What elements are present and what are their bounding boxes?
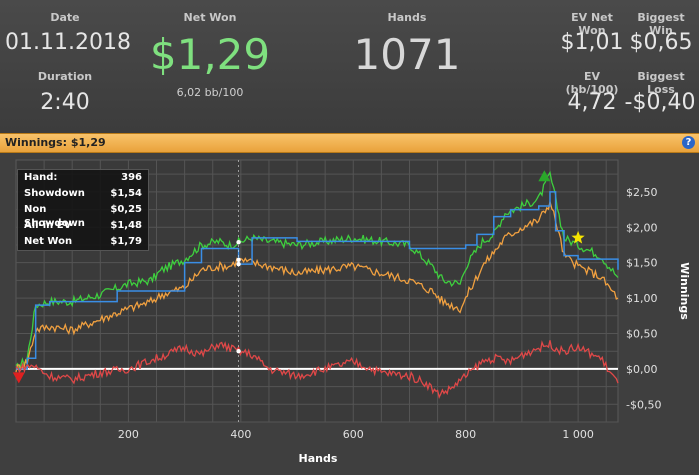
hand-cursor-dot bbox=[236, 261, 241, 267]
y-tick-label: $1,00 bbox=[626, 292, 658, 305]
tooltip-label: Showdown bbox=[24, 188, 85, 199]
session-summary-header: Date 01.11.2018 Duration 2:40 Net Won $1… bbox=[0, 0, 699, 133]
tooltip-value: 396 bbox=[121, 172, 142, 183]
x-tick-label: 800 bbox=[455, 428, 476, 441]
ev-net-won-value: $1,01 bbox=[560, 30, 624, 55]
duration-value: 2:40 bbox=[40, 90, 90, 115]
y-tick-label: $1,50 bbox=[626, 257, 658, 270]
y-axis-title: Winnings bbox=[678, 262, 691, 320]
tooltip-label: Net Won bbox=[24, 236, 73, 247]
tooltip-row-hand: Hand: 396 bbox=[18, 170, 148, 186]
tooltip-value: $1,79 bbox=[110, 236, 142, 247]
ev-bb-value: 4,72 bbox=[567, 90, 617, 115]
y-tick-label: $0,00 bbox=[626, 363, 658, 376]
hand-tooltip: Hand: 396 Showdown $1,54 Non Showdown $0… bbox=[17, 169, 149, 251]
y-tick-label: $2,50 bbox=[626, 186, 658, 199]
net-won-label: Net Won bbox=[183, 11, 237, 24]
tooltip-row-non-showdown: Non Showdown $0,25 bbox=[18, 202, 148, 229]
winnings-bar-label: Winnings: bbox=[5, 136, 67, 149]
winnings-bar-value: $1,29 bbox=[70, 136, 106, 149]
tooltip-label: Hand: bbox=[24, 172, 58, 183]
x-axis-title: Hands bbox=[299, 452, 338, 465]
duration-label: Duration bbox=[37, 70, 93, 83]
date-label: Date bbox=[50, 11, 80, 24]
bb-per-100: 6,02 bb/100 bbox=[176, 86, 244, 99]
tooltip-label: All-in EV bbox=[24, 220, 72, 231]
net-won-value: $1,29 bbox=[149, 30, 271, 79]
y-tick-label: -$0,50 bbox=[626, 398, 661, 411]
winnings-bar-text: Winnings: $1,29 bbox=[5, 136, 106, 149]
help-icon[interactable]: ? bbox=[682, 136, 695, 149]
x-tick-label: 400 bbox=[230, 428, 251, 441]
tooltip-value: $0,25 bbox=[110, 204, 142, 215]
biggest-win-value: $0,65 bbox=[629, 30, 693, 55]
y-tick-label: $0,50 bbox=[626, 327, 658, 340]
hand-cursor-dot bbox=[236, 239, 241, 245]
biggest-loss-value: -$0,40 bbox=[624, 90, 696, 115]
hand-cursor-dot bbox=[236, 257, 241, 263]
tooltip-row-showdown: Showdown $1,54 bbox=[18, 186, 148, 202]
hand-cursor-dot bbox=[236, 348, 241, 354]
x-tick-label: 1 000 bbox=[562, 428, 594, 441]
y-tick-label: $2,00 bbox=[626, 221, 658, 234]
tooltip-value: $1,48 bbox=[110, 220, 142, 231]
winnings-bar: Winnings: $1,29 ? bbox=[0, 133, 699, 153]
date-value: 01.11.2018 bbox=[5, 30, 131, 55]
hands-label: Hands bbox=[387, 11, 427, 24]
x-tick-label: 200 bbox=[118, 428, 139, 441]
tooltip-value: $1,54 bbox=[110, 188, 142, 199]
tooltip-row-net-won: Net Won $1,79 bbox=[18, 234, 148, 250]
x-tick-label: 600 bbox=[343, 428, 364, 441]
hands-value: 1071 bbox=[353, 30, 461, 79]
tooltip-label: Non Showdown bbox=[24, 204, 85, 229]
